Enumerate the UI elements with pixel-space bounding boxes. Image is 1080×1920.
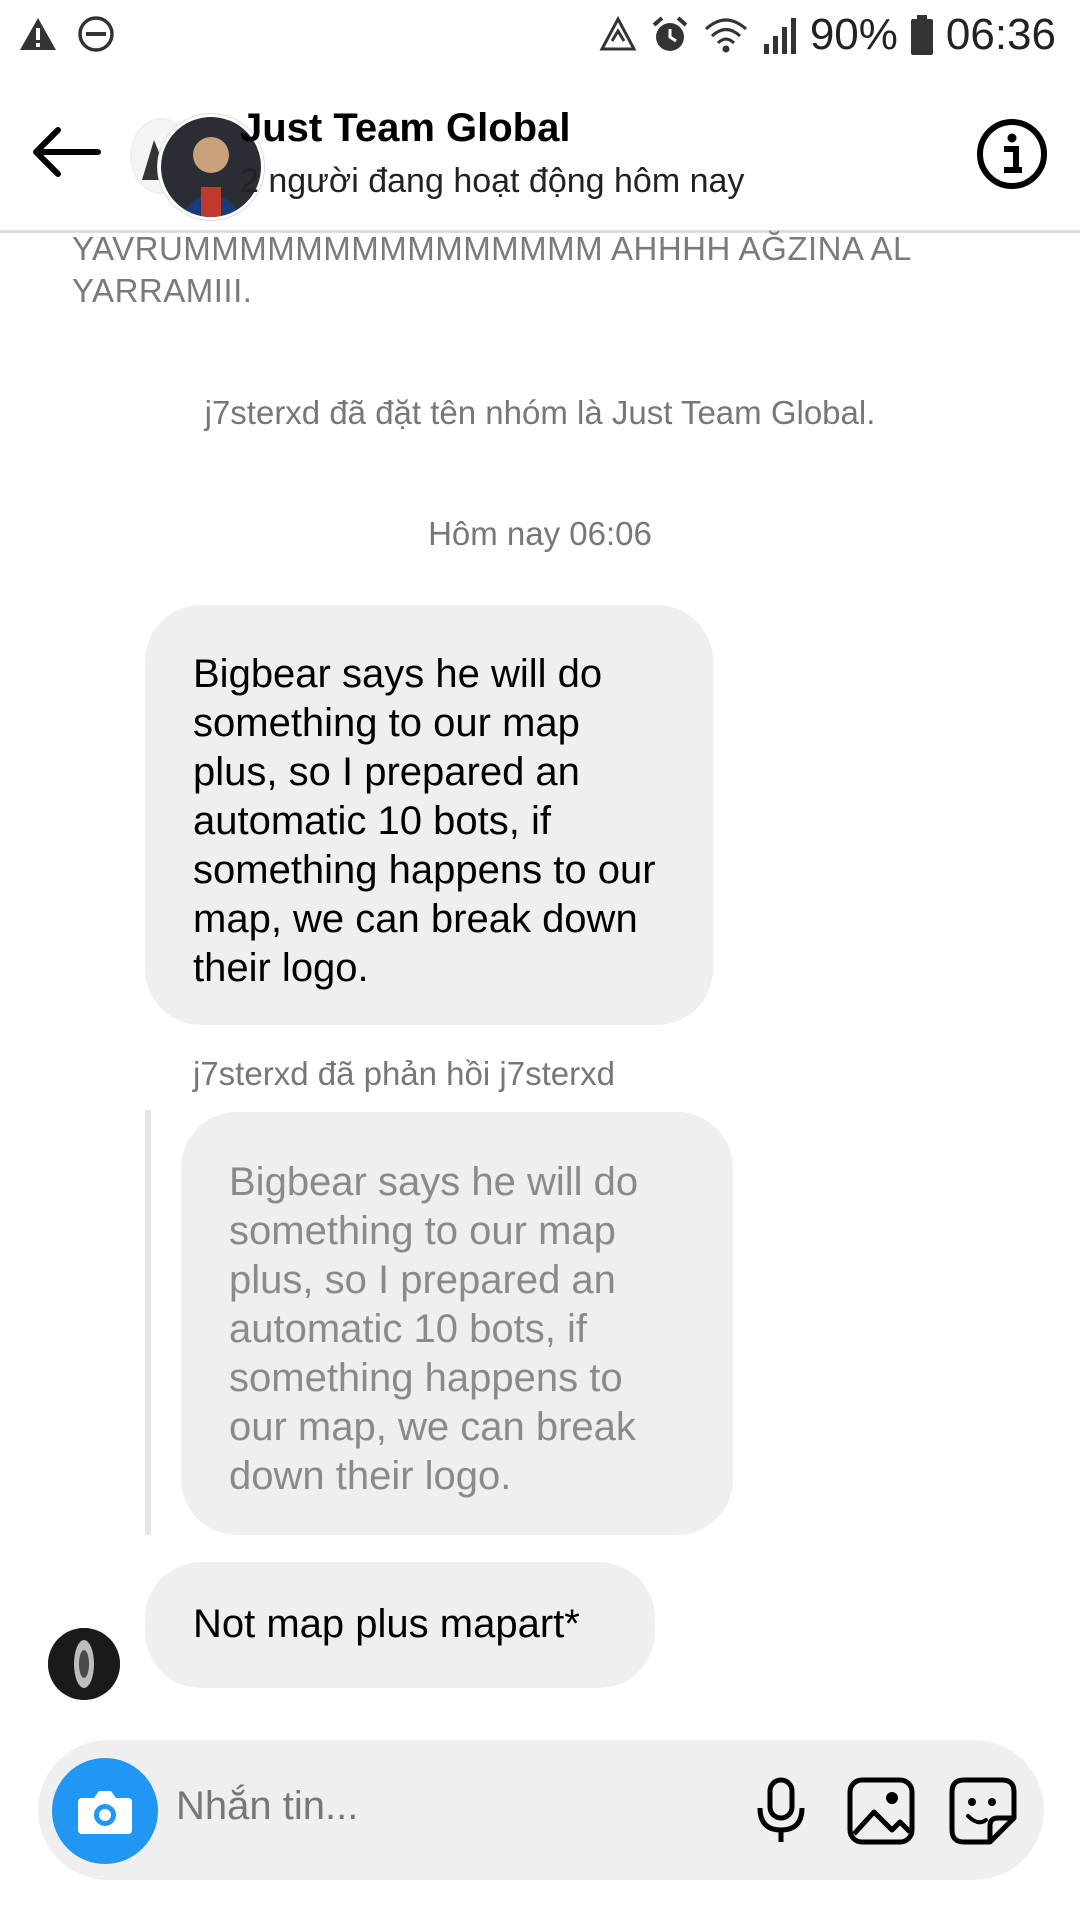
reply-label: j7sterxd đã phản hồi j7sterxd (193, 1055, 615, 1092)
quoted-message-bubble[interactable]: Bigbear says he will do something to our… (181, 1112, 733, 1535)
timestamp: Hôm nay 06:06 (428, 515, 652, 552)
do-not-disturb-icon (78, 16, 114, 52)
camera-button[interactable] (52, 1758, 158, 1864)
microphone-icon[interactable] (746, 1776, 816, 1846)
back-arrow-icon[interactable] (28, 124, 104, 180)
chat-header: Just Team Global 2 người đang hoạt động … (0, 100, 1080, 233)
alarm-icon (652, 16, 688, 51)
sender-avatar[interactable] (48, 1628, 120, 1700)
system-message: j7sterxd đã đặt tên nhóm là Just Team Gl… (204, 394, 876, 431)
warning-icon (20, 18, 56, 50)
reply-indicator-bar (145, 1110, 151, 1535)
battery-icon (910, 15, 933, 55)
clock: 06:36 (945, 10, 1056, 59)
sticker-icon[interactable] (948, 1776, 1018, 1846)
message-input[interactable]: Nhắn tin... (176, 1784, 358, 1829)
message-composer: Nhắn tin... (38, 1740, 1044, 1880)
chat-subtitle: 2 người đang hoạt động hôm nay (240, 162, 745, 200)
info-icon[interactable] (974, 116, 1050, 192)
status-bar: 90% 06:36 (0, 0, 1080, 74)
data-saver-icon (599, 15, 637, 51)
message-bubble[interactable]: Not map plus mapart* (145, 1562, 655, 1688)
signal-icon (763, 18, 796, 54)
group-avatar[interactable] (130, 114, 264, 220)
battery-percentage: 90% (809, 10, 898, 59)
message-bubble[interactable]: Bigbear says he will do something to our… (145, 605, 713, 1025)
wifi-icon (704, 18, 747, 53)
camera-icon (78, 1791, 132, 1834)
partial-message: YAVRUMMMMMMMMMMMMMMM AHHHH AĞZINA AL YAR… (72, 230, 911, 309)
gallery-icon[interactable] (846, 1776, 916, 1846)
chat-title: Just Team Global (240, 106, 571, 150)
